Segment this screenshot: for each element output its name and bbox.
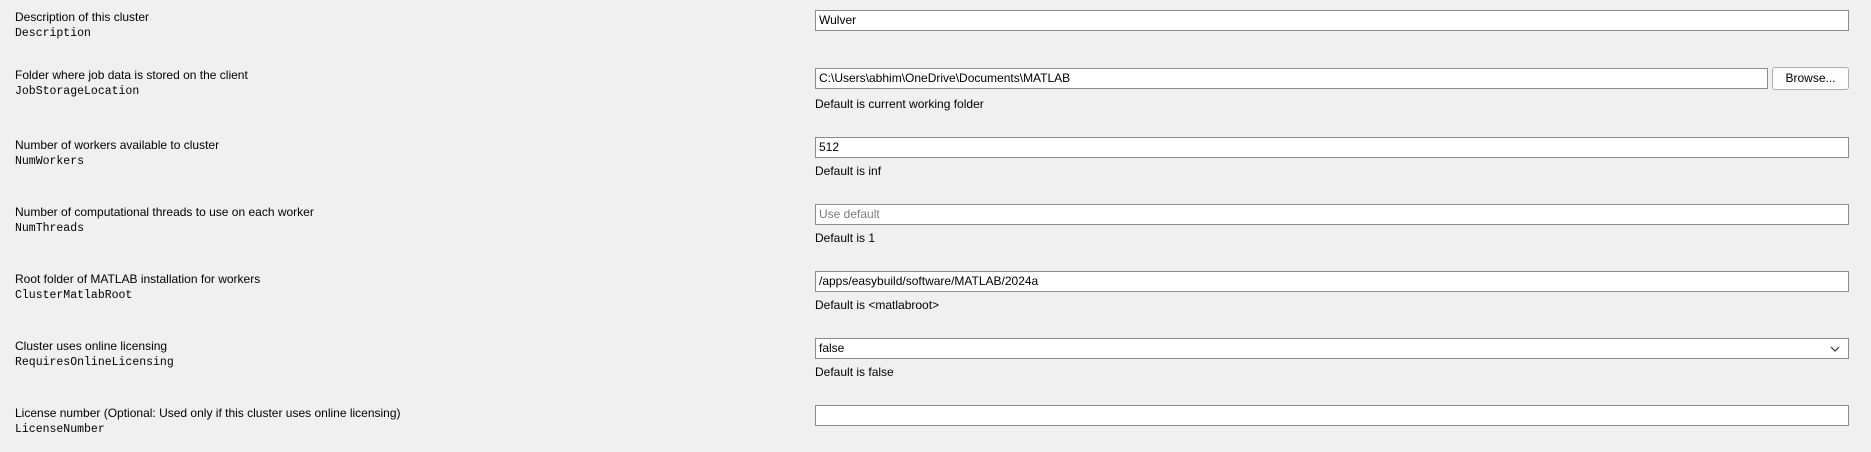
default-hint: Default is inf <box>815 164 882 178</box>
property-description: License number (Optional: Used only if t… <box>15 406 401 420</box>
property-description: Root folder of MATLAB installation for w… <box>15 272 261 286</box>
property-name: RequiresOnlineLicensing <box>15 356 174 369</box>
num-threads-input[interactable]: Use default <box>815 204 1849 225</box>
property-name: JobStorageLocation <box>15 85 140 98</box>
property-description: Description of this cluster <box>15 10 150 24</box>
default-hint: Default is <matlabroot> <box>815 298 940 312</box>
browse-button[interactable]: Browse... <box>1772 67 1849 90</box>
default-hint: Default is false <box>815 365 894 379</box>
property-name: ClusterMatlabRoot <box>15 289 133 302</box>
job-storage-location-input[interactable]: C:\Users\abhim\OneDrive\Documents\MATLAB <box>815 68 1768 89</box>
property-description: Number of computational threads to use o… <box>15 205 314 219</box>
property-name: LicenseNumber <box>15 423 105 436</box>
property-description: Number of workers available to cluster <box>15 138 220 152</box>
num-workers-input[interactable]: 512 <box>815 137 1849 158</box>
default-hint: Default is 1 <box>815 231 876 245</box>
description-input[interactable]: Wulver <box>815 10 1849 31</box>
chevron-down-icon[interactable] <box>1828 339 1842 358</box>
property-name: NumWorkers <box>15 155 85 168</box>
property-name: Description <box>15 27 91 40</box>
default-hint: Default is current working folder <box>815 97 984 111</box>
requires-online-licensing-dropdown[interactable]: false <box>815 338 1849 359</box>
license-number-input[interactable] <box>815 405 1849 426</box>
property-description: Cluster uses online licensing <box>15 339 168 353</box>
cluster-matlab-root-input[interactable]: /apps/easybuild/software/MATLAB/2024a <box>815 271 1849 292</box>
property-name: NumThreads <box>15 222 85 235</box>
dropdown-selected-value: false <box>819 341 845 355</box>
property-description: Folder where job data is stored on the c… <box>15 68 248 82</box>
